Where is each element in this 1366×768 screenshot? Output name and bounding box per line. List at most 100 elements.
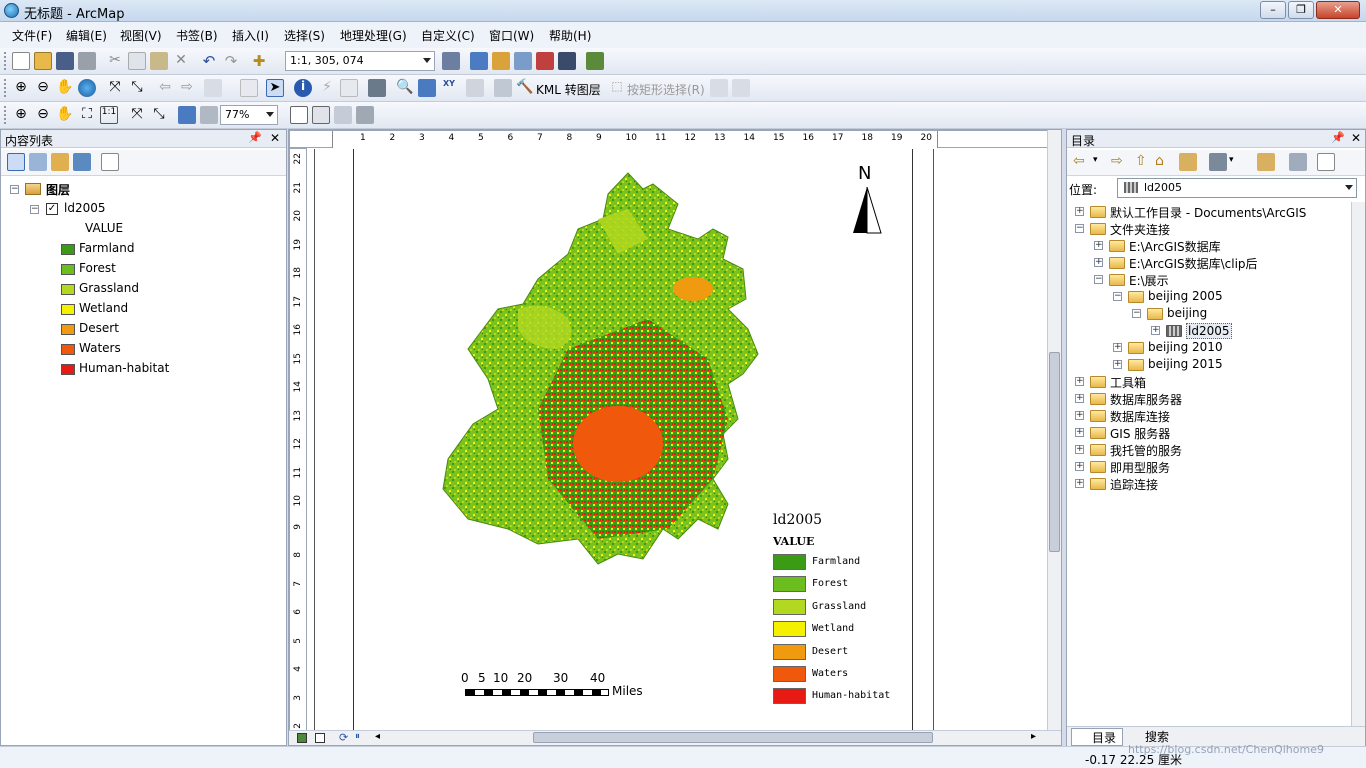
- fixed-zoom-in-icon[interactable]: ⤧: [106, 79, 124, 97]
- catalog-window-icon[interactable]: [492, 52, 510, 70]
- go-to-xy-icon[interactable]: XY: [440, 79, 458, 97]
- new-document-icon[interactable]: [12, 52, 30, 70]
- minimize-button[interactable]: –: [1260, 1, 1286, 19]
- layout-pan-icon[interactable]: ✋: [56, 106, 74, 124]
- catalog-item[interactable]: 我托管的服务: [1110, 442, 1182, 459]
- catalog-item[interactable]: E:\ArcGIS数据库\clip后: [1129, 255, 1258, 272]
- layer-tools-icon[interactable]: [710, 79, 728, 97]
- open-folder-icon[interactable]: [34, 52, 52, 70]
- catalog-item[interactable]: 数据库连接: [1110, 408, 1170, 425]
- list-by-source-icon[interactable]: [29, 153, 47, 171]
- catalog-view-icon[interactable]: [1209, 153, 1227, 171]
- data-driven-pages-icon[interactable]: [356, 106, 374, 124]
- toc-options-icon[interactable]: [101, 153, 119, 171]
- python-window-icon[interactable]: [558, 52, 576, 70]
- collapse-layer-toggle[interactable]: −: [30, 205, 39, 214]
- toolbar-grip[interactable]: [4, 52, 7, 70]
- list-by-drawing-order-icon[interactable]: [7, 153, 25, 171]
- layers-root[interactable]: 图层: [46, 181, 70, 198]
- fixed-zoom-out-icon[interactable]: ⤡: [128, 79, 146, 97]
- undo-icon[interactable]: ↶: [200, 52, 218, 70]
- close-button[interactable]: ✕: [1316, 1, 1360, 19]
- pin-icon[interactable]: 📌: [248, 131, 262, 144]
- tree-expand-toggle[interactable]: +: [1113, 343, 1122, 352]
- menu-windows[interactable]: 窗口(W): [489, 27, 534, 44]
- tree-expand-toggle[interactable]: +: [1075, 428, 1084, 437]
- clear-selection-icon[interactable]: [240, 79, 258, 97]
- catalog-close-icon[interactable]: ✕: [1351, 131, 1361, 145]
- menu-bookmarks[interactable]: 书签(B): [176, 27, 218, 44]
- tree-expand-toggle[interactable]: +: [1075, 394, 1084, 403]
- tree-expand-toggle[interactable]: +: [1075, 445, 1084, 454]
- refresh-icon[interactable]: ⟳: [339, 731, 348, 744]
- menu-file[interactable]: 文件(F): [12, 27, 52, 44]
- catalog-options-icon[interactable]: [1317, 153, 1335, 171]
- select-features-icon[interactable]: [204, 79, 222, 97]
- menu-view[interactable]: 视图(V): [120, 27, 162, 44]
- beijing-landcover-map[interactable]: [428, 159, 768, 589]
- home-icon[interactable]: ⌂: [1155, 153, 1164, 169]
- model-builder-icon[interactable]: [586, 52, 604, 70]
- list-by-selection-icon[interactable]: [73, 153, 91, 171]
- layout-zoom-combo[interactable]: 77%: [220, 105, 278, 125]
- collapse-layers-toggle[interactable]: −: [10, 185, 19, 194]
- measure-icon[interactable]: [368, 79, 386, 97]
- catalog-item[interactable]: ld2005: [1186, 323, 1232, 339]
- select-elements-icon[interactable]: ➤: [266, 79, 284, 97]
- pause-icon[interactable]: ⏸: [355, 731, 360, 742]
- catalog-item[interactable]: beijing 2015: [1148, 357, 1223, 371]
- scroll-left-icon[interactable]: ◂: [375, 731, 380, 742]
- layout-forward-icon[interactable]: [200, 106, 218, 124]
- tree-expand-toggle[interactable]: −: [1132, 309, 1141, 318]
- tab-catalog[interactable]: 目录: [1071, 728, 1123, 746]
- tree-expand-toggle[interactable]: −: [1113, 292, 1122, 301]
- new-folder-icon[interactable]: [1257, 153, 1275, 171]
- class-swatch[interactable]: [61, 284, 75, 295]
- catalog-item[interactable]: beijing 2005: [1148, 289, 1223, 303]
- focus-data-frame-icon[interactable]: [312, 106, 330, 124]
- catalog-item[interactable]: E:\ArcGIS数据库: [1129, 238, 1221, 255]
- change-layout-icon[interactable]: [334, 106, 352, 124]
- class-swatch[interactable]: [61, 264, 75, 275]
- connect-folder-icon[interactable]: [1179, 153, 1197, 171]
- tree-expand-toggle[interactable]: +: [1094, 241, 1103, 250]
- catalog-forward-icon[interactable]: ⇨: [1111, 153, 1123, 169]
- class-swatch[interactable]: [61, 344, 75, 355]
- kml-to-layer-button[interactable]: KML 转图层: [536, 81, 601, 98]
- list-by-visibility-icon[interactable]: [51, 153, 69, 171]
- redo-icon[interactable]: ↷: [222, 52, 240, 70]
- catalog-item[interactable]: 数据库服务器: [1110, 391, 1182, 408]
- tree-expand-toggle[interactable]: +: [1075, 462, 1084, 471]
- catalog-item[interactable]: 工具箱: [1110, 374, 1146, 391]
- tree-expand-toggle[interactable]: +: [1075, 411, 1084, 420]
- data-view-icon[interactable]: [297, 733, 307, 743]
- menu-insert[interactable]: 插入(I): [232, 27, 269, 44]
- tree-expand-toggle[interactable]: +: [1075, 207, 1084, 216]
- identify-icon[interactable]: i: [294, 79, 312, 97]
- catalog-item[interactable]: beijing 2010: [1148, 340, 1223, 354]
- time-slider-icon[interactable]: [466, 79, 484, 97]
- layout-back-icon[interactable]: [178, 106, 196, 124]
- copy-icon[interactable]: [128, 52, 146, 70]
- rect-select-icon[interactable]: ⬚: [608, 79, 626, 97]
- table-of-contents-icon[interactable]: [470, 52, 488, 70]
- catalog-pin-icon[interactable]: 📌: [1331, 131, 1345, 144]
- tree-expand-toggle[interactable]: +: [1113, 360, 1122, 369]
- zoom-in-icon[interactable]: ⊕: [12, 79, 30, 97]
- catalog-item[interactable]: beijing: [1167, 306, 1207, 320]
- location-combo[interactable]: ld2005: [1117, 178, 1357, 198]
- layout-fixed-zoom-in-icon[interactable]: ⤧: [128, 106, 146, 124]
- class-swatch[interactable]: [61, 324, 75, 335]
- layer-visibility-checkbox[interactable]: ✓: [46, 203, 58, 215]
- toggle-draft-mode-icon[interactable]: [290, 106, 308, 124]
- tree-expand-toggle[interactable]: −: [1075, 224, 1084, 233]
- kml-tool-icon[interactable]: 🔨: [516, 79, 534, 97]
- search-window-icon[interactable]: [514, 52, 532, 70]
- layer-tools-2-icon[interactable]: [732, 79, 750, 97]
- tree-expand-toggle[interactable]: −: [1094, 275, 1103, 284]
- catalog-item[interactable]: E:\展示: [1129, 272, 1169, 289]
- pan-icon[interactable]: ✋: [56, 79, 74, 97]
- hyperlink-icon[interactable]: ⚡: [318, 79, 336, 97]
- layout-zoom-in-icon[interactable]: ⊕: [12, 106, 30, 124]
- paste-icon[interactable]: [150, 52, 168, 70]
